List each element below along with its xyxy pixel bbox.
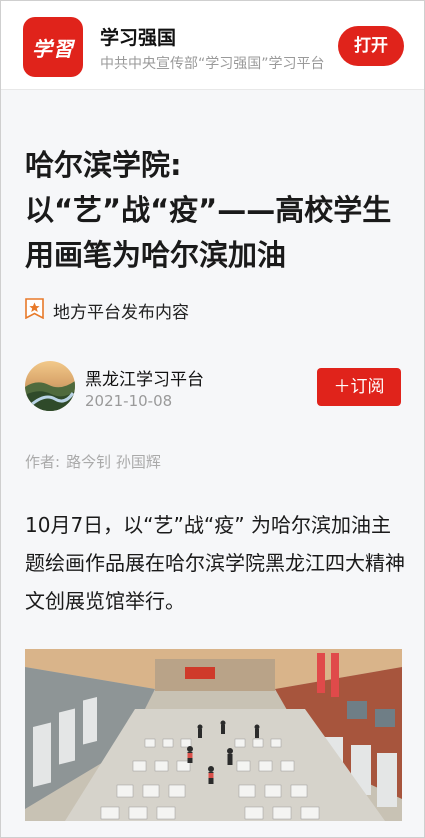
author-names: 路今钊 孙国辉 <box>66 453 161 471</box>
platform-badge-icon <box>25 298 44 319</box>
app-description: 中共中央宣传部“学习强国”学习平台 <box>100 56 325 72</box>
exhibition-hall-image <box>25 649 402 821</box>
app-logo[interactable]: 学習 <box>23 17 83 77</box>
publisher-avatar[interactable] <box>25 361 75 411</box>
publish-date: 2021-10-08 <box>85 392 173 410</box>
article-title: 哈尔滨学院: 以“艺”战“疫”——高校学生用画笔为哈尔滨加油 <box>25 148 392 272</box>
author-label: 作者: <box>25 453 61 471</box>
source-label: 地方平台发布内容 <box>53 303 189 323</box>
open-app-button[interactable]: 打开 <box>338 26 404 66</box>
app-name: 学习强国 <box>100 27 177 49</box>
author-line: 作者: 路今钊 孙国辉 <box>25 451 161 472</box>
article-page: 学習 学习强国 中共中央宣传部“学习强国”学习平台 打开 哈尔滨学院: 以“艺”… <box>0 0 425 838</box>
avatar-landscape-image <box>25 361 75 411</box>
publisher-name[interactable]: 黑龙江学习平台 <box>85 365 204 390</box>
article-body: 10月7日，以“艺”战“疫” 为哈尔滨加油主题绘画作品展在哈尔滨学院黑龙江四大精… <box>25 513 405 613</box>
app-logo-text: 学習 <box>32 36 74 61</box>
subscribe-button[interactable]: ＋订阅 <box>317 368 401 406</box>
app-download-banner[interactable]: 学習 学习强国 中共中央宣传部“学习强国”学习平台 打开 <box>1 1 424 90</box>
article-photo[interactable] <box>25 649 402 821</box>
